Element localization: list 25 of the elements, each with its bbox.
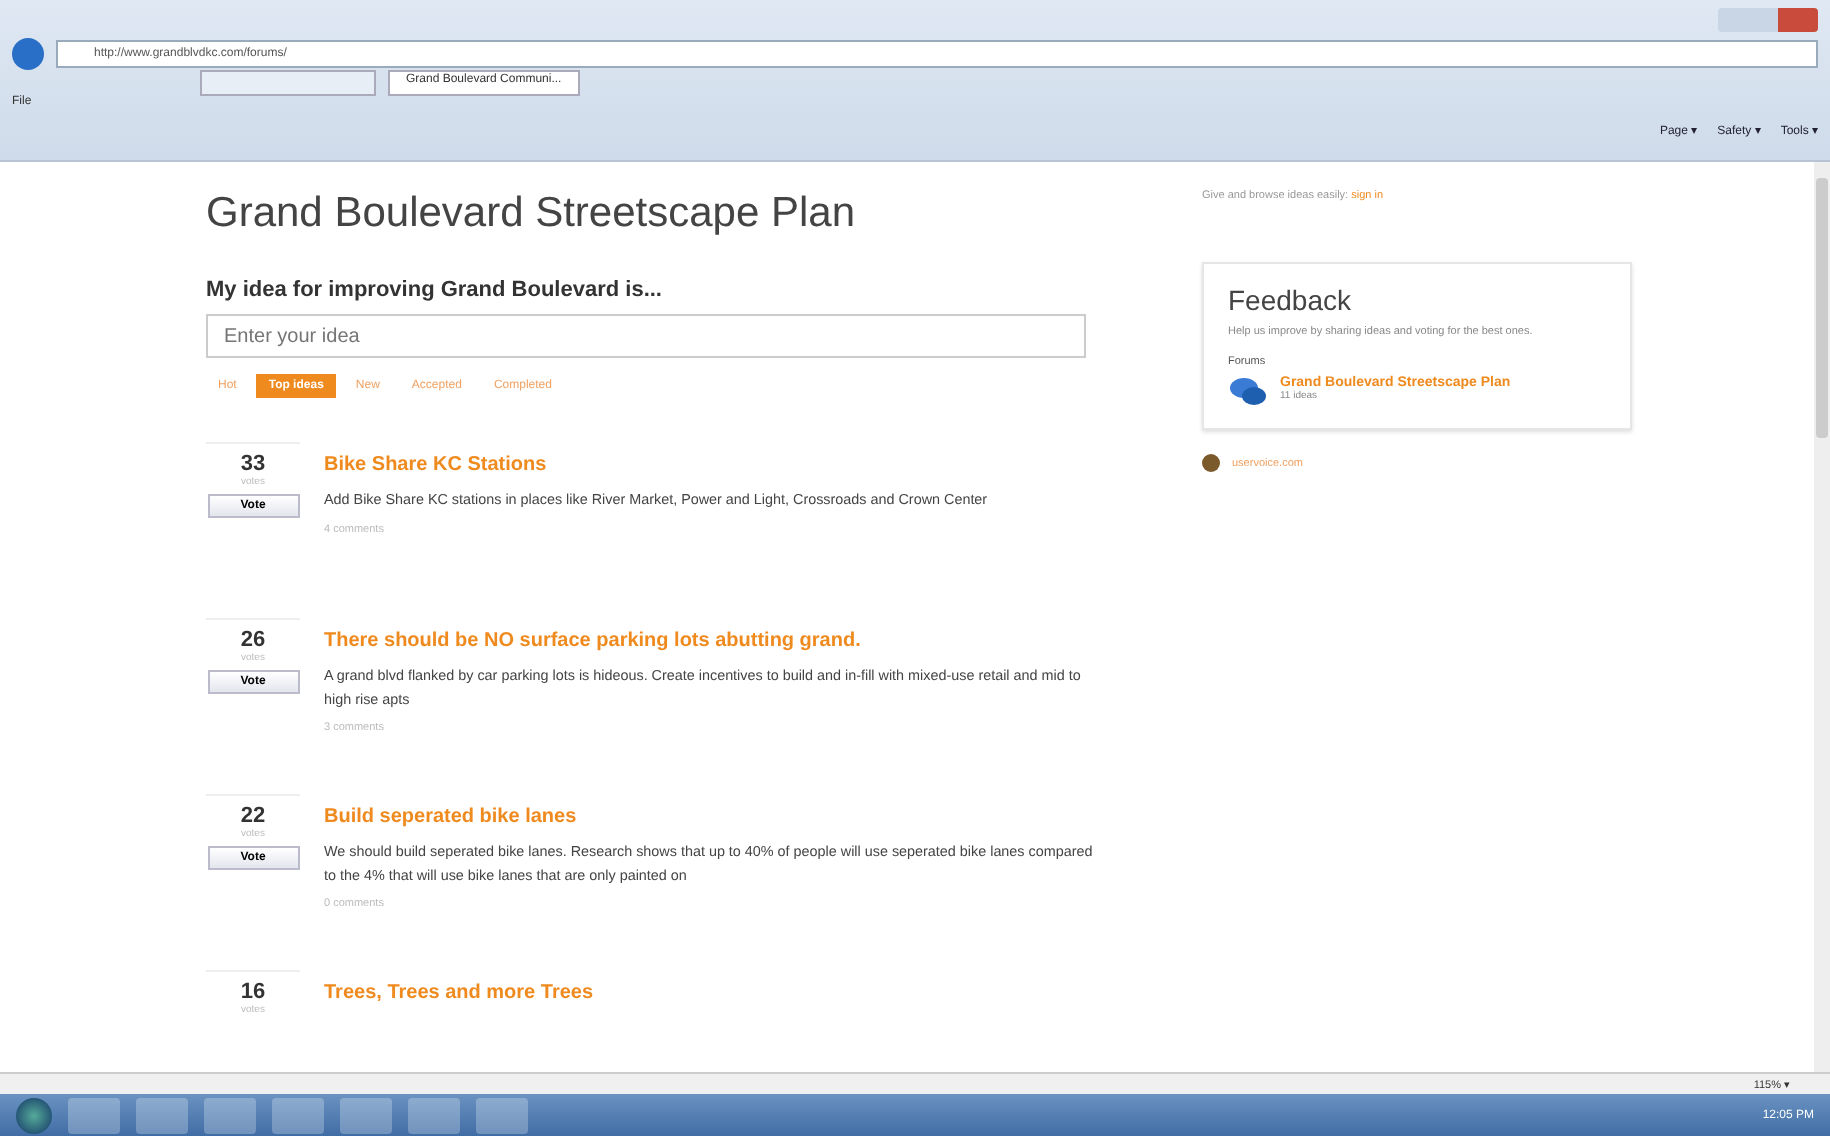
vote-count: 22	[240, 804, 266, 828]
vote-count: 16	[240, 980, 266, 1004]
start-button[interactable]	[16, 1098, 52, 1134]
taskbar-app-icon[interactable]	[136, 1098, 188, 1134]
idea-field[interactable]: Enter your idea	[206, 314, 1086, 358]
browser-tab[interactable]	[200, 69, 376, 95]
idea-title[interactable]: Trees, Trees and more Trees	[324, 982, 594, 1004]
chat-bubbles-icon	[1228, 376, 1268, 409]
idea-title[interactable]: Build seperated bike lanes	[324, 806, 1104, 828]
taskbar-app-icon[interactable]	[340, 1098, 392, 1134]
taskbar-app-icon[interactable]	[204, 1098, 256, 1134]
feedback-title: Feedback	[1228, 284, 1353, 316]
taskbar-app-icon[interactable]	[408, 1098, 460, 1134]
idea-prompt: My idea for improving Grand Boulevard is...	[206, 278, 664, 302]
page-title: Grand Boulevard Streetscape Plan	[206, 190, 858, 238]
idea-title[interactable]: Bike Share KC Stations	[324, 454, 1104, 476]
taskbar-app-icon[interactable]	[68, 1098, 120, 1134]
scrollbar-thumb[interactable]	[1816, 178, 1828, 438]
vote-count: 26	[240, 628, 266, 652]
back-button[interactable]	[12, 38, 44, 70]
idea-title[interactable]: There should be NO surface parking lots abutting grand.	[324, 630, 1104, 652]
vote-count: 33	[240, 452, 266, 476]
taskbar-app-icon[interactable]	[272, 1098, 324, 1134]
window-controls[interactable]	[1718, 8, 1818, 32]
taskbar-app-icon[interactable]	[476, 1098, 528, 1134]
